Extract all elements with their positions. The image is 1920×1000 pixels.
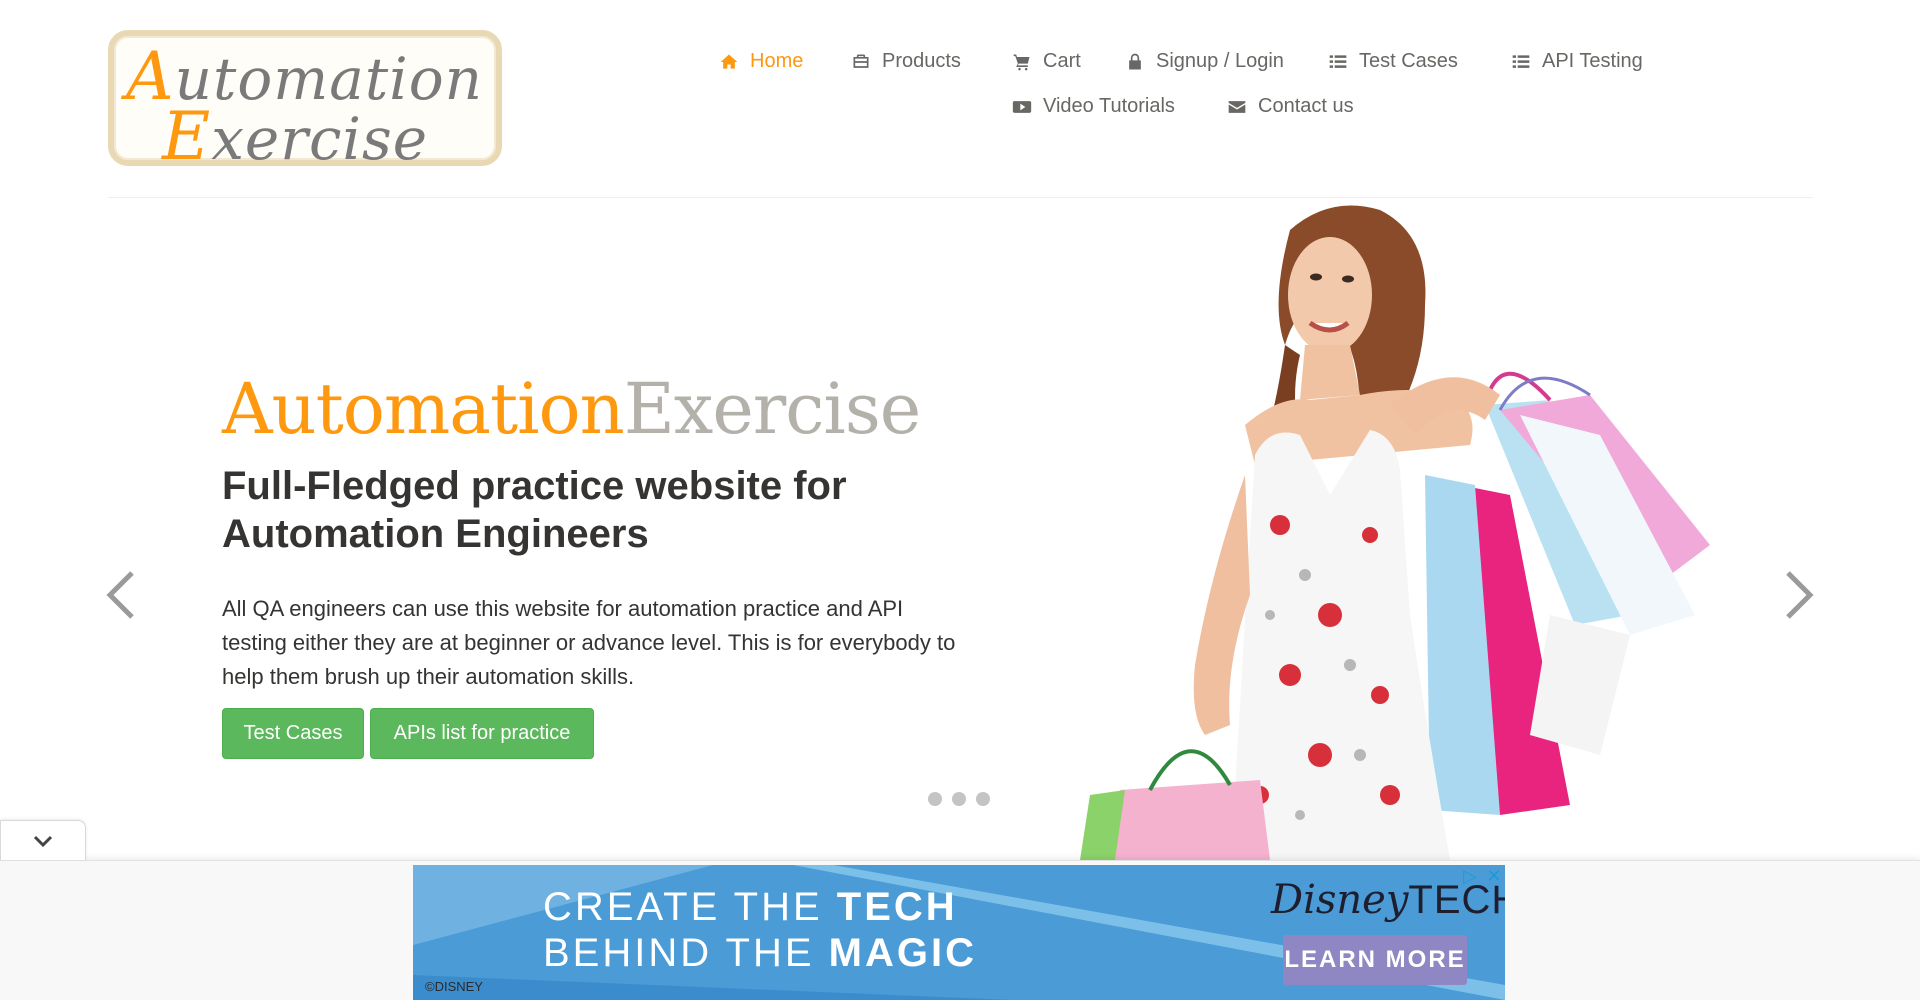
- nav-signup-login[interactable]: Signup / Login: [1124, 50, 1284, 73]
- envelope-icon: [1226, 96, 1248, 118]
- close-icon[interactable]: ✕: [1485, 866, 1503, 886]
- ad-headline-1: CREATE THE TECH: [543, 885, 958, 929]
- ad-controls: ▷ ✕: [1461, 866, 1503, 886]
- slider-prev-button[interactable]: [102, 565, 142, 625]
- nav-products-label: Products: [882, 50, 961, 72]
- nav-video-tutorials-label: Video Tutorials: [1043, 95, 1175, 117]
- ad-collapse-button[interactable]: [0, 820, 86, 860]
- list-icon: [1510, 51, 1532, 73]
- slider-dot-1[interactable]: [928, 792, 942, 806]
- ad-copyright: ©DISNEY: [425, 979, 483, 994]
- nav-home-label: Home: [750, 50, 804, 72]
- ad-headline-2: BEHIND THE MAGIC: [543, 931, 977, 975]
- slider-dot-2[interactable]: [952, 792, 966, 806]
- slider-dot-3[interactable]: [976, 792, 990, 806]
- home-icon: [718, 51, 740, 73]
- chevron-right-icon: [1786, 571, 1814, 619]
- hero-description: All QA engineers can use this website fo…: [222, 596, 956, 689]
- nav-contact-us-label: Contact us: [1258, 95, 1354, 117]
- nav-api-testing-label: API Testing: [1542, 50, 1643, 72]
- learn-more-button[interactable]: LEARN MORE: [1283, 935, 1467, 985]
- hero-heading: Full-Fledged practice website for Automa…: [222, 464, 847, 556]
- nav-cart[interactable]: Cart: [1011, 50, 1081, 73]
- logo-line-2: Exercise: [162, 98, 429, 175]
- youtube-play-icon: [1011, 96, 1033, 118]
- slider-next-button[interactable]: [1778, 565, 1818, 625]
- nav-test-cases-label: Test Cases: [1359, 50, 1458, 72]
- adchoices-icon[interactable]: ▷: [1461, 866, 1479, 886]
- nav-products[interactable]: Products: [850, 50, 961, 73]
- nav-home[interactable]: Home: [718, 50, 803, 73]
- site-logo[interactable]: Automation Exercise: [108, 30, 502, 175]
- nav-api-testing[interactable]: API Testing: [1510, 50, 1643, 73]
- nav-test-cases[interactable]: Test Cases: [1327, 50, 1458, 73]
- lock-icon: [1124, 51, 1146, 73]
- shopping-cart-icon: [1011, 51, 1033, 73]
- nav-signup-login-label: Signup / Login: [1156, 50, 1284, 72]
- disney-tech-ad[interactable]: CREATE THE TECH BEHIND THE MAGIC DisneyT…: [413, 865, 1505, 1000]
- slider-indicators: [928, 792, 990, 806]
- briefcase-icon: [850, 51, 872, 73]
- nav-video-tutorials[interactable]: Video Tutorials: [1011, 95, 1175, 118]
- nav-cart-label: Cart: [1043, 50, 1081, 72]
- chevron-down-icon: [33, 835, 53, 847]
- test-cases-button[interactable]: Test Cases: [222, 708, 364, 759]
- list-icon: [1327, 51, 1349, 73]
- nav-contact-us[interactable]: Contact us: [1226, 95, 1354, 118]
- hero-model-image: [1080, 205, 1710, 860]
- apis-list-button[interactable]: APIs list for practice: [370, 708, 594, 759]
- hero-brand: AutomationExercise: [222, 368, 921, 450]
- chevron-left-icon: [106, 571, 134, 619]
